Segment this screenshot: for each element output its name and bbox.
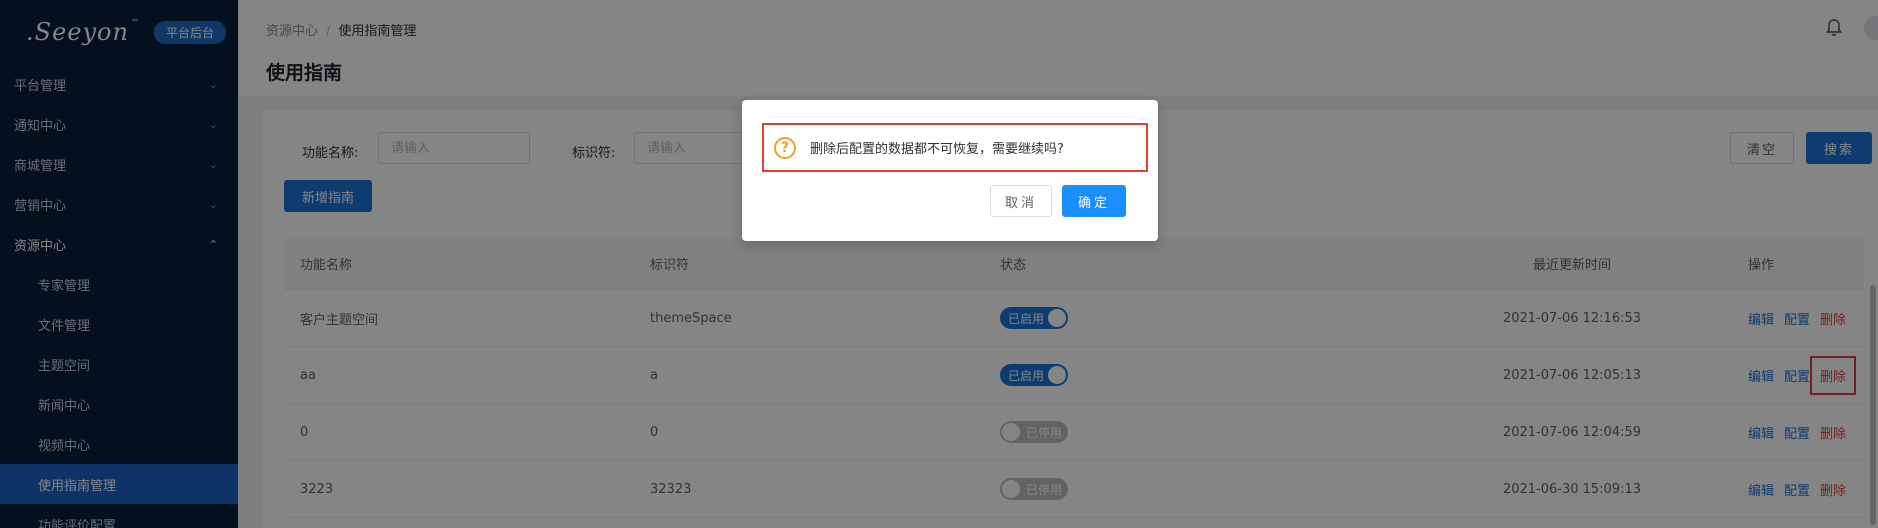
cancel-button[interactable]: 取消 [990, 185, 1052, 217]
dialog-message: 删除后配置的数据都不可恢复，需要继续吗? [810, 142, 1064, 157]
confirm-dialog: ? 删除后配置的数据都不可恢复，需要继续吗? 取消 确定 [742, 100, 1158, 241]
modal-mask[interactable] [0, 0, 1878, 528]
confirm-button[interactable]: 确定 [1062, 185, 1126, 217]
question-circle-icon: ? [774, 136, 796, 159]
dialog-message-highlight: ? 删除后配置的数据都不可恢复，需要继续吗? [762, 123, 1148, 172]
